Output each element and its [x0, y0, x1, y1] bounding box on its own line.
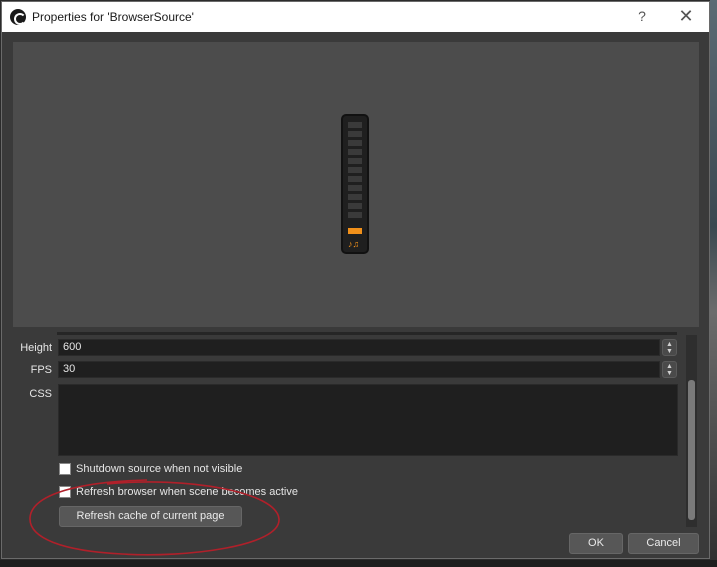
background-window-bottom	[0, 560, 717, 567]
height-spinner[interactable]: ▲ ▼	[662, 339, 677, 356]
shutdown-source-label: Shutdown source when not visible	[76, 463, 243, 475]
ok-button[interactable]: OK	[569, 533, 623, 554]
meter-segment	[348, 167, 362, 173]
meter-segment	[348, 140, 362, 146]
title-bar: Properties for 'BrowserSource' ? ✕	[2, 2, 709, 32]
properties-dialog: Properties for 'BrowserSource' ? ✕ ♪♫ He…	[1, 1, 710, 559]
close-button[interactable]: ✕	[674, 6, 698, 27]
spin-down-icon[interactable]: ▼	[663, 370, 676, 377]
refresh-browser-option[interactable]: Refresh browser when scene becomes activ…	[59, 486, 298, 498]
meter-segment-active	[348, 228, 362, 234]
obs-logo-icon	[10, 9, 26, 25]
meter-segment	[348, 203, 362, 209]
refresh-browser-checkbox[interactable]	[59, 486, 71, 498]
refresh-cache-button[interactable]: Refresh cache of current page	[59, 506, 242, 527]
window-title: Properties for 'BrowserSource'	[32, 10, 194, 24]
scrollbar-thumb[interactable]	[688, 380, 695, 520]
shutdown-source-checkbox[interactable]	[59, 463, 71, 475]
meter-segment	[348, 194, 362, 200]
help-button[interactable]: ?	[632, 8, 652, 24]
shutdown-source-option[interactable]: Shutdown source when not visible	[59, 463, 242, 475]
meter-segment	[348, 212, 362, 218]
cancel-button[interactable]: Cancel	[628, 533, 699, 554]
spin-up-icon[interactable]: ▲	[663, 341, 676, 348]
meter-segment	[348, 122, 362, 128]
spin-down-icon[interactable]: ▼	[663, 348, 676, 355]
css-textarea[interactable]	[58, 384, 678, 456]
source-preview: ♪♫	[13, 42, 699, 327]
meter-segment	[348, 131, 362, 137]
css-label: CSS	[29, 388, 52, 400]
fps-spinner[interactable]: ▲ ▼	[662, 361, 677, 378]
spin-up-icon[interactable]: ▲	[663, 363, 676, 370]
meter-segment	[348, 158, 362, 164]
fps-input[interactable]: 30	[58, 361, 660, 378]
refresh-browser-label: Refresh browser when scene becomes activ…	[76, 486, 298, 498]
meter-segment	[348, 176, 362, 182]
properties-scrollbar[interactable]	[686, 335, 697, 527]
audio-meter-graphic: ♪♫	[341, 114, 369, 254]
background-window-edge	[710, 0, 717, 567]
fps-label: FPS	[30, 364, 52, 376]
music-note-icon: ♪♫	[348, 239, 360, 249]
meter-segment	[348, 185, 362, 191]
meter-segment	[348, 149, 362, 155]
height-label: Height	[20, 342, 52, 354]
previous-field-edge	[57, 332, 677, 335]
height-input[interactable]: 600	[58, 339, 660, 356]
